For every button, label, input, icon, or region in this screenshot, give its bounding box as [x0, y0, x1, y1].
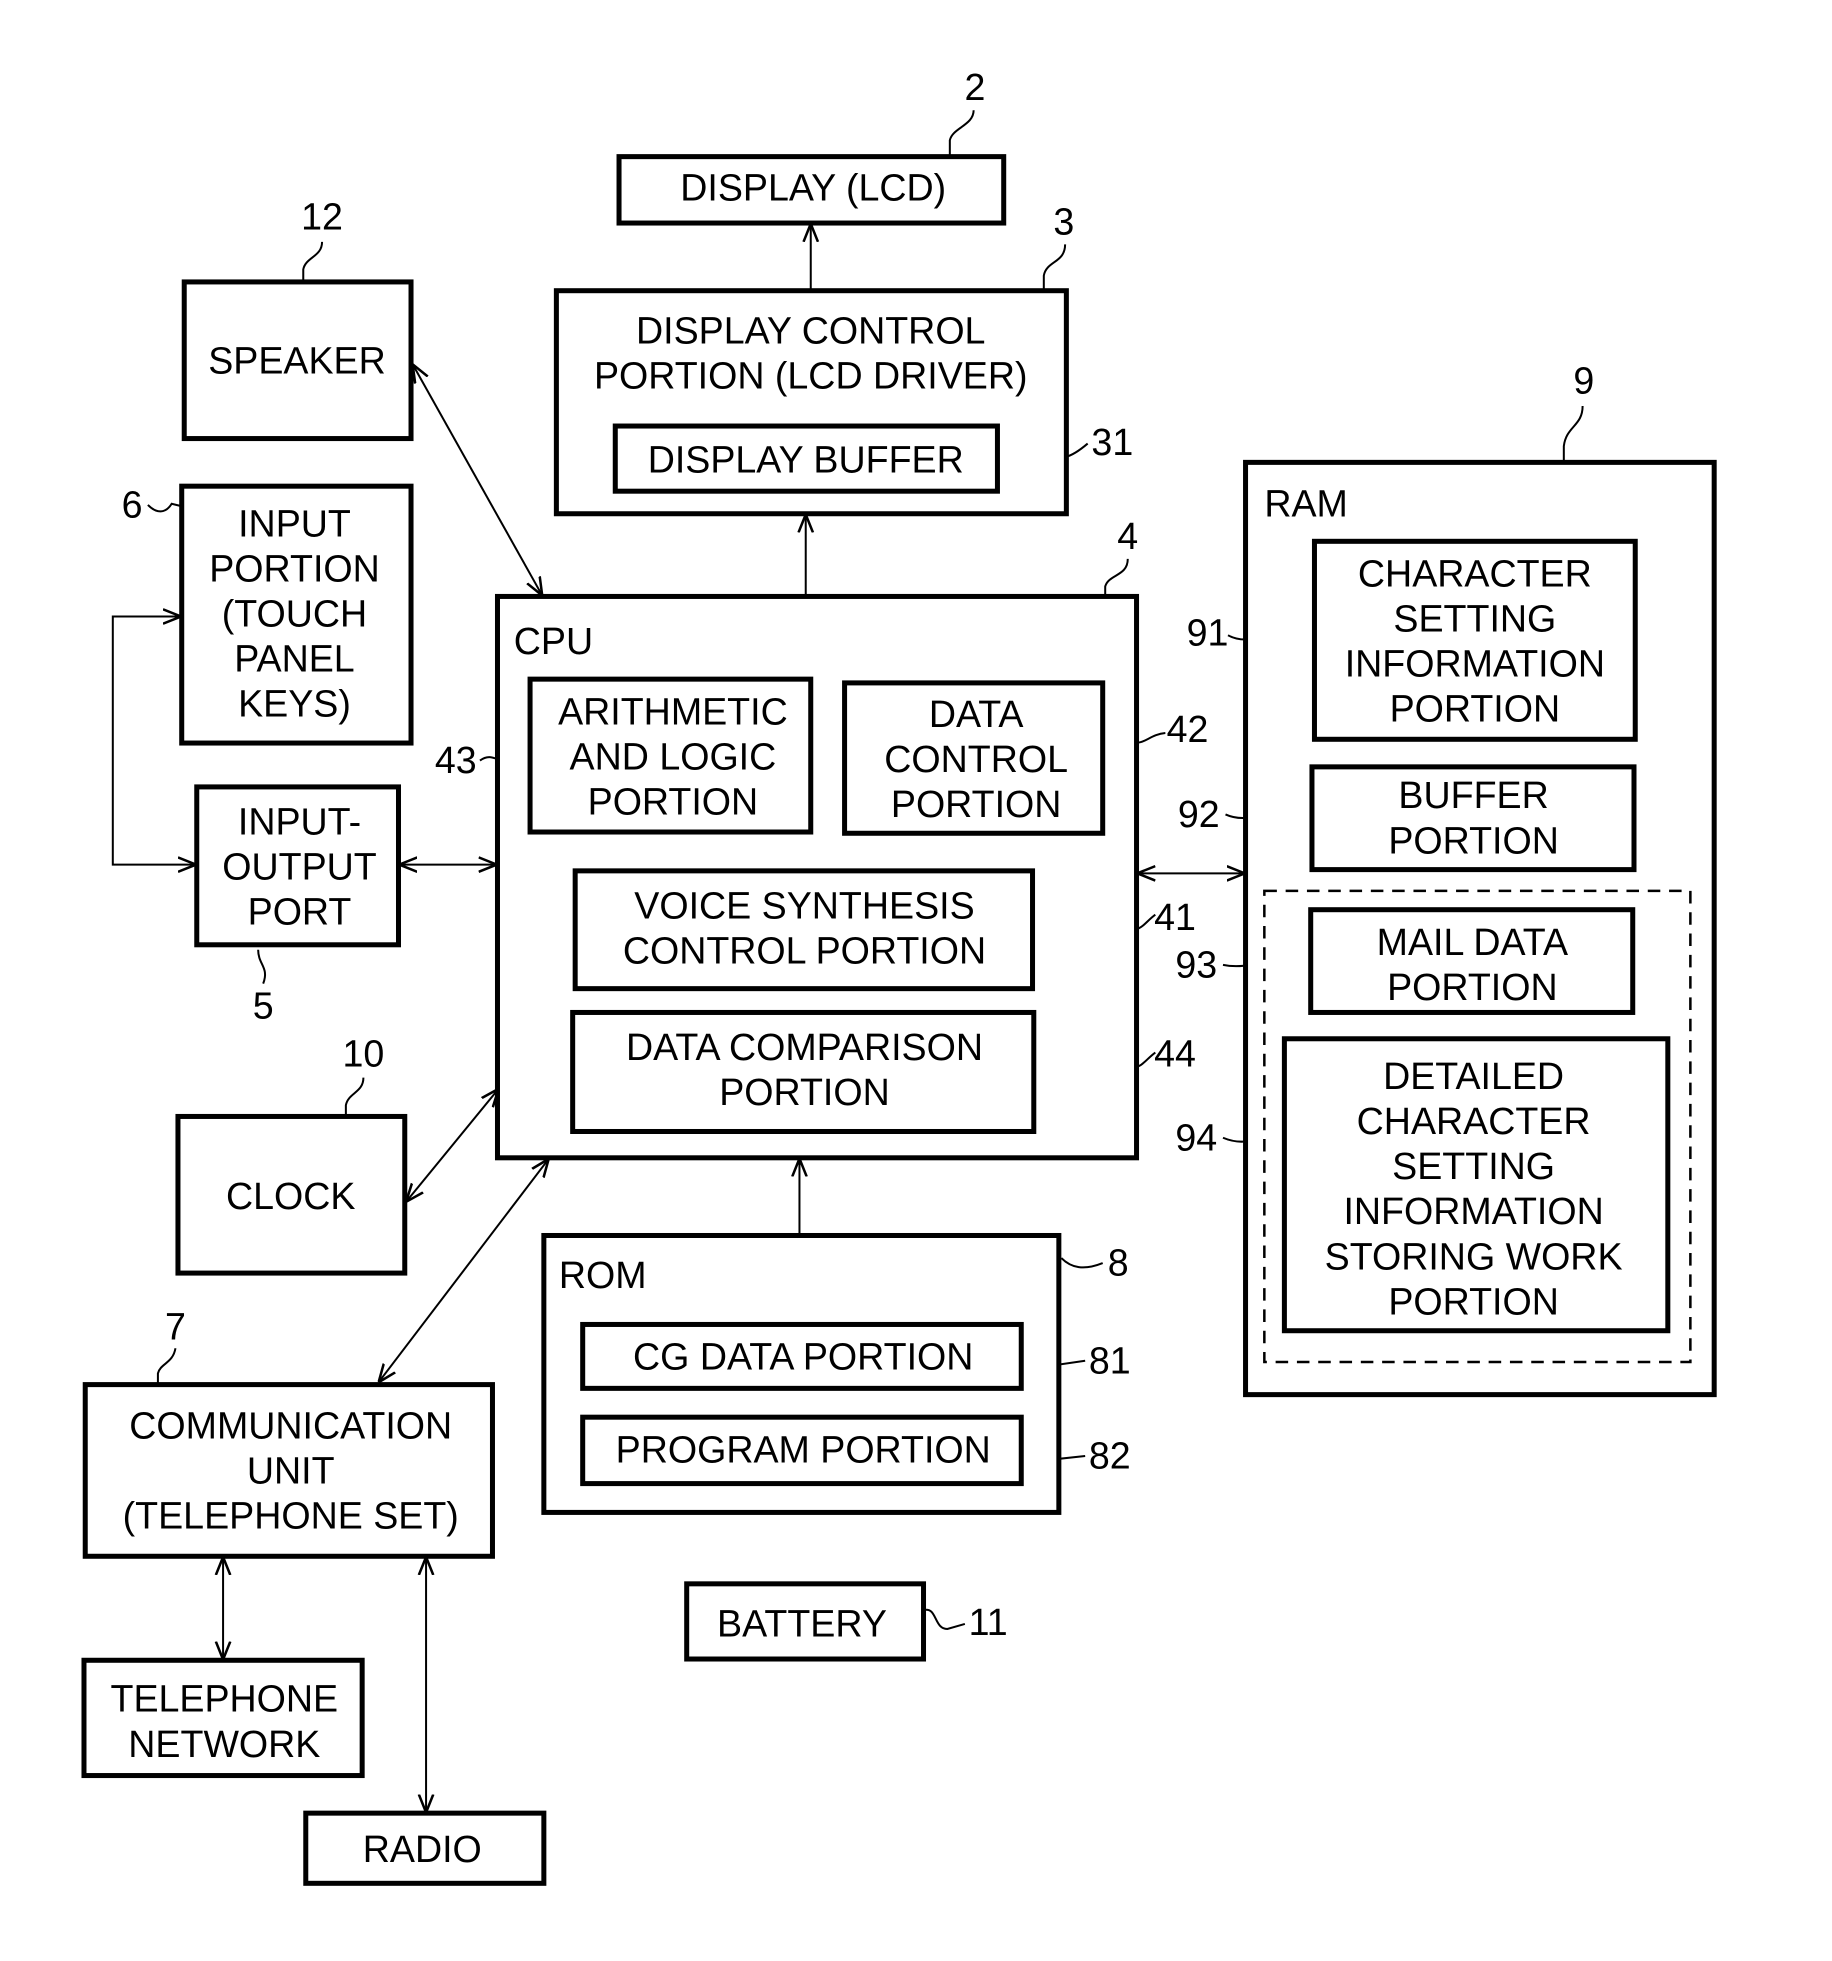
display-control-label-line: DISPLAY CONTROL	[636, 309, 985, 351]
detailed-char-label-line: CHARACTER	[1357, 1100, 1591, 1142]
input-portion-ref-leader	[147, 502, 182, 513]
cg-data-ref-number: 81	[1089, 1339, 1131, 1381]
communication-label-line: (TELEPHONE SET)	[123, 1495, 459, 1537]
char-setting-label-line: CHARACTER	[1358, 552, 1592, 594]
ram-ref-number: 9	[1573, 359, 1594, 401]
clock-label-line: CLOCK	[226, 1175, 355, 1217]
data-comparison-label-line: DATA COMPARISON	[626, 1026, 983, 1068]
display-buffer-label-line: DISPLAY BUFFER	[648, 438, 964, 480]
display-buffer-ref-number: 31	[1091, 421, 1133, 463]
display-ref-number: 2	[964, 66, 985, 108]
cpu-ref-number: 4	[1117, 515, 1138, 557]
display-control-label-line: PORTION (LCD DRIVER)	[594, 354, 1028, 396]
block-layer	[81, 154, 1717, 1886]
radio-label-line: RADIO	[363, 1828, 482, 1870]
data-control-ref-number: 42	[1167, 708, 1209, 750]
detailed-char-label-line: INFORMATION	[1343, 1190, 1603, 1232]
communication-label-line: COMMUNICATION	[129, 1404, 452, 1446]
mail-data-label-line: MAIL DATA	[1377, 921, 1568, 963]
connector-cpu-to-clock	[407, 1090, 497, 1200]
input-portion-label-line: PANEL	[234, 638, 354, 680]
detailed-char-label-line: STORING WORK	[1325, 1235, 1623, 1277]
buffer-label-line: PORTION	[1388, 819, 1559, 861]
battery-ref-number: 11	[969, 1601, 1008, 1643]
clock-ref-leader	[344, 1077, 365, 1117]
data-comparison-ref-number: 44	[1154, 1032, 1196, 1074]
input-portion-ref-number: 6	[122, 484, 143, 526]
char-setting-label-line: INFORMATION	[1345, 643, 1605, 685]
cg-data-label-line: CG DATA PORTION	[633, 1336, 973, 1378]
program-label-line: PROGRAM PORTION	[616, 1428, 991, 1470]
battery-ref-leader	[923, 1608, 966, 1630]
display-label-line: DISPLAY (LCD)	[680, 166, 946, 208]
telephone-network-label-line: TELEPHONE	[111, 1678, 339, 1720]
input-portion-label-line: KEYS)	[238, 683, 351, 725]
voice-synthesis-ref-number: 41	[1154, 896, 1196, 938]
communication-ref-number: 7	[165, 1305, 186, 1347]
program-ref-number: 82	[1089, 1435, 1131, 1477]
telephone-network-label-line: NETWORK	[128, 1723, 320, 1765]
clock-ref-number: 10	[343, 1032, 385, 1074]
data-control-label-line: CONTROL	[884, 738, 1068, 780]
alu-label-line: ARITHMETIC	[558, 690, 788, 732]
input-portion-label-line: INPUT	[238, 502, 351, 544]
connector-cpu-to-speaker	[414, 366, 542, 594]
speaker-ref-leader	[302, 241, 324, 282]
io-port-ref-number: 5	[253, 985, 274, 1027]
block-diagram: CPUROMRAMDISPLAY (LCD)DISPLAY CONTROLPOR…	[81, 66, 1717, 1886]
data-control-label-line: DATA	[929, 693, 1024, 735]
detailed-char-label-line: SETTING	[1392, 1145, 1555, 1187]
cpu-ref-leader	[1104, 558, 1129, 597]
buffer-label-line: BUFFER	[1398, 774, 1548, 816]
io-port-label-line: PORT	[248, 891, 352, 933]
voice-synthesis-label-line: CONTROL PORTION	[623, 930, 986, 972]
mail-data-ref-number: 93	[1175, 943, 1217, 985]
io-port-ref-leader	[257, 949, 267, 984]
communication-label-line: UNIT	[247, 1450, 335, 1492]
mail-data-label-line: PORTION	[1387, 966, 1558, 1008]
data-control-label-line: PORTION	[891, 783, 1062, 825]
input-portion-label-line: PORTION	[209, 547, 380, 589]
io-port-label-line: OUTPUT	[222, 846, 377, 888]
rom-ref-leader	[1060, 1257, 1104, 1269]
char-setting-ref-number: 91	[1187, 611, 1229, 653]
speaker-label-line: SPEAKER	[208, 339, 386, 381]
speaker-ref-number: 12	[301, 195, 343, 237]
io-port-label-line: INPUT-	[238, 801, 361, 843]
alu-ref-number: 43	[435, 739, 477, 781]
buffer-ref-number: 92	[1178, 793, 1220, 835]
input-portion-label-line: (TOUCH	[222, 593, 367, 635]
cpu-title: CPU	[514, 620, 593, 662]
detailed-char-label-line: DETAILED	[1383, 1055, 1564, 1097]
battery-label-line: BATTERY	[717, 1602, 887, 1644]
detailed-char-ref-number: 94	[1175, 1116, 1217, 1158]
char-setting-label-line: PORTION	[1390, 688, 1561, 730]
char-setting-label-line: SETTING	[1393, 598, 1556, 640]
detailed-char-label-line: PORTION	[1388, 1280, 1559, 1322]
alu-label-line: AND LOGIC	[570, 735, 777, 777]
ram-title: RAM	[1264, 482, 1348, 524]
communication-ref-leader	[156, 1348, 177, 1385]
alu-label-line: PORTION	[588, 780, 759, 822]
ram-ref-leader	[1562, 405, 1584, 463]
display-control-ref-leader	[1042, 244, 1067, 291]
data-comparison-label-line: PORTION	[719, 1071, 890, 1113]
display-control-ref-number: 3	[1053, 200, 1074, 242]
rom-ref-number: 8	[1108, 1242, 1129, 1284]
display-ref-leader	[948, 110, 975, 157]
rom-title: ROM	[559, 1254, 647, 1296]
voice-synthesis-label-line: VOICE SYNTHESIS	[634, 884, 974, 926]
